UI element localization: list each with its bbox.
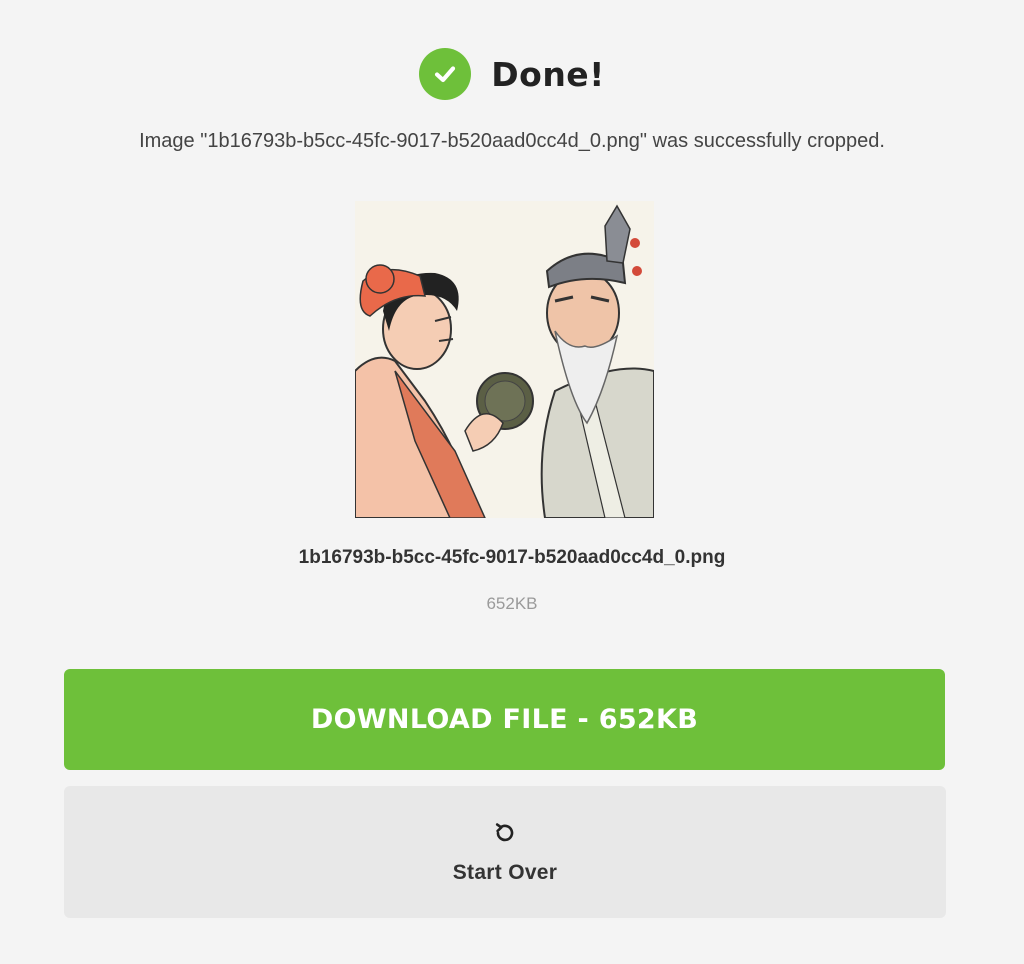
check-circle-icon [419, 48, 472, 100]
preview-illustration [355, 201, 654, 518]
header: Done! [0, 48, 1024, 100]
start-over-button[interactable]: Start Over [64, 786, 946, 918]
file-size: 652KB [486, 594, 538, 613]
start-over-label: Start Over [452, 861, 558, 884]
message-filename: 1b16793b-b5cc-45fc-9017-b520aad0cc4d_0.p… [207, 130, 640, 152]
file-name: 1b16793b-b5cc-45fc-9017-b520aad0cc4d_0.p… [298, 547, 726, 568]
image-preview [355, 201, 654, 518]
message-suffix: " was successfully cropped. [639, 130, 885, 152]
page-title: Done! [491, 54, 605, 94]
restart-icon [491, 819, 519, 847]
success-message: Image "1b16793b-b5cc-45fc-9017-b520aad0c… [0, 130, 1024, 153]
message-prefix: Image " [139, 130, 208, 152]
result-page: Done! Image "1b16793b-b5cc-45fc-9017-b52… [0, 0, 1024, 964]
download-file-button[interactable]: DOWNLOAD FILE - 652KB [64, 669, 945, 770]
